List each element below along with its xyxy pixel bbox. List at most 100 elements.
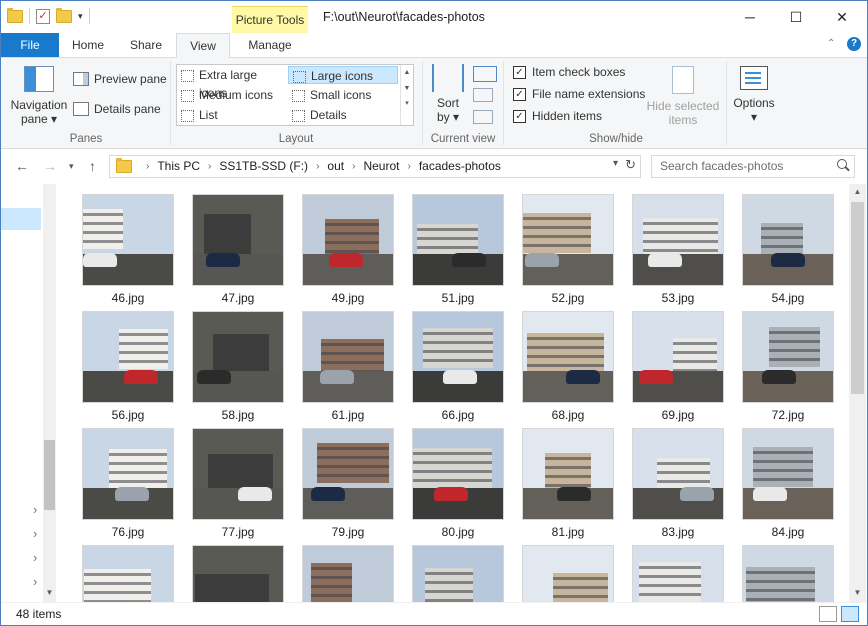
- content-scrollbar[interactable]: ▲ ▼: [849, 184, 866, 602]
- photo-thumbnail[interactable]: [742, 311, 834, 403]
- photo-thumbnail[interactable]: [82, 194, 174, 286]
- file-item[interactable]: 84.jpg: [741, 428, 835, 539]
- file-item[interactable]: 49.jpg: [301, 194, 395, 305]
- breadcrumb-separator[interactable]: ›: [200, 156, 219, 177]
- file-item[interactable]: 83.jpg: [631, 428, 725, 539]
- photo-thumbnail[interactable]: [192, 311, 284, 403]
- layout-list[interactable]: List: [177, 106, 287, 124]
- photo-thumbnail[interactable]: [192, 194, 284, 286]
- file-item[interactable]: 77.jpg: [191, 428, 285, 539]
- tab-share[interactable]: Share: [117, 33, 175, 57]
- file-item[interactable]: 56.jpg: [81, 311, 175, 422]
- file-item[interactable]: 81.jpg: [521, 428, 615, 539]
- properties-icon[interactable]: ✓: [36, 8, 50, 24]
- file-item[interactable]: 53.jpg: [631, 194, 725, 305]
- file-item[interactable]: [81, 545, 175, 602]
- file-item[interactable]: 52.jpg: [521, 194, 615, 305]
- hidden-items-toggle[interactable]: ✓ Hidden items: [513, 109, 602, 123]
- address-bar[interactable]: › This PC › SS1TB-SSD (F:) › out › Neuro…: [109, 155, 641, 178]
- photo-thumbnail[interactable]: [82, 311, 174, 403]
- photo-thumbnail[interactable]: [412, 311, 504, 403]
- close-button[interactable]: ✕: [819, 1, 865, 33]
- up-arrow-icon[interactable]: ↑: [89, 158, 96, 174]
- file-item[interactable]: 61.jpg: [301, 311, 395, 422]
- file-item[interactable]: [631, 545, 725, 602]
- group-by-icon[interactable]: [473, 66, 497, 82]
- breadcrumb-this-pc[interactable]: This PC: [157, 156, 200, 177]
- photo-thumbnail[interactable]: [192, 545, 284, 602]
- breadcrumb-neurot[interactable]: Neurot: [363, 156, 399, 177]
- scroll-down-icon[interactable]: ▼: [849, 588, 866, 597]
- address-history-icon[interactable]: ▾: [613, 158, 618, 169]
- expand-chevron-icon[interactable]: ›: [33, 550, 37, 565]
- nav-pane-scrollbar[interactable]: ▼: [43, 184, 56, 602]
- file-item[interactable]: [411, 545, 505, 602]
- item-check-boxes-toggle[interactable]: ✓ Item check boxes: [513, 65, 625, 79]
- photo-thumbnail[interactable]: [82, 428, 174, 520]
- scroll-down-icon[interactable]: ▼: [44, 588, 55, 597]
- checkbox-checked[interactable]: ✓: [513, 65, 526, 79]
- photo-thumbnail[interactable]: [82, 545, 174, 602]
- photo-thumbnail[interactable]: [522, 194, 614, 286]
- layout-gallery-scroll[interactable]: ▲ ▼ ▾: [400, 65, 413, 125]
- breadcrumb-out[interactable]: out: [327, 156, 344, 177]
- large-icons-view-icon[interactable]: [841, 606, 859, 622]
- breadcrumb-separator[interactable]: ›: [344, 156, 363, 177]
- layout-details[interactable]: Details: [288, 106, 398, 124]
- photo-thumbnail[interactable]: [632, 545, 724, 602]
- photo-thumbnail[interactable]: [632, 428, 724, 520]
- minimize-button[interactable]: ─: [727, 1, 773, 33]
- content-scroll-thumb[interactable]: [851, 202, 864, 394]
- file-item[interactable]: 58.jpg: [191, 311, 285, 422]
- layout-large-icons[interactable]: Large icons: [288, 66, 398, 84]
- file-item[interactable]: [301, 545, 395, 602]
- expand-chevron-icon[interactable]: ›: [33, 574, 37, 589]
- nav-selected-item[interactable]: [1, 208, 41, 230]
- customize-toolbar-icon[interactable]: ▾: [78, 11, 83, 22]
- photo-thumbnail[interactable]: [632, 311, 724, 403]
- photo-thumbnail[interactable]: [302, 194, 394, 286]
- tab-view[interactable]: View: [176, 33, 230, 59]
- refresh-icon[interactable]: ↻: [625, 157, 636, 173]
- options-button[interactable]: Options ▾: [731, 66, 777, 124]
- collapse-ribbon-icon[interactable]: ⌃: [827, 38, 835, 49]
- preview-pane-button[interactable]: Preview pane: [73, 72, 167, 86]
- file-item[interactable]: 46.jpg: [81, 194, 175, 305]
- photo-thumbnail[interactable]: [412, 428, 504, 520]
- breadcrumb-separator[interactable]: ›: [399, 156, 418, 177]
- file-item[interactable]: 69.jpg: [631, 311, 725, 422]
- breadcrumb-facades-photos[interactable]: facades-photos: [419, 156, 501, 177]
- nav-pane-scroll-thumb[interactable]: [44, 440, 55, 510]
- file-item[interactable]: [741, 545, 835, 602]
- breadcrumb-drive[interactable]: SS1TB-SSD (F:): [219, 156, 308, 177]
- tab-file[interactable]: File: [1, 33, 59, 57]
- file-item[interactable]: 80.jpg: [411, 428, 505, 539]
- photo-thumbnail[interactable]: [302, 428, 394, 520]
- breadcrumb-separator[interactable]: ›: [308, 156, 327, 177]
- tab-home[interactable]: Home: [61, 33, 115, 57]
- photo-thumbnail[interactable]: [742, 545, 834, 602]
- photo-thumbnail[interactable]: [742, 428, 834, 520]
- scroll-up-icon[interactable]: ▲: [849, 187, 866, 196]
- file-item[interactable]: [191, 545, 285, 602]
- file-item[interactable]: 51.jpg: [411, 194, 505, 305]
- checkbox-checked[interactable]: ✓: [513, 87, 526, 101]
- file-item[interactable]: 76.jpg: [81, 428, 175, 539]
- layout-medium-icons[interactable]: Medium icons: [177, 86, 287, 104]
- photo-thumbnail[interactable]: [522, 428, 614, 520]
- tab-manage[interactable]: Manage: [232, 33, 308, 57]
- layout-extra-large-icons[interactable]: Extra large icons: [177, 66, 287, 100]
- details-pane-button[interactable]: Details pane: [73, 102, 161, 116]
- checkbox-checked[interactable]: ✓: [513, 109, 526, 123]
- hide-selected-items-button[interactable]: Hide selected items: [645, 66, 721, 127]
- photo-thumbnail[interactable]: [522, 545, 614, 602]
- sort-by-button[interactable]: Sort by ▾: [431, 64, 465, 124]
- file-item[interactable]: 68.jpg: [521, 311, 615, 422]
- forward-arrow-icon[interactable]: →: [43, 158, 57, 174]
- recent-locations-icon[interactable]: ▾: [69, 161, 74, 172]
- file-item[interactable]: 47.jpg: [191, 194, 285, 305]
- details-view-icon[interactable]: [819, 606, 837, 622]
- back-arrow-icon[interactable]: ←: [15, 158, 29, 174]
- file-item[interactable]: 79.jpg: [301, 428, 395, 539]
- folder-icon[interactable]: [7, 7, 23, 23]
